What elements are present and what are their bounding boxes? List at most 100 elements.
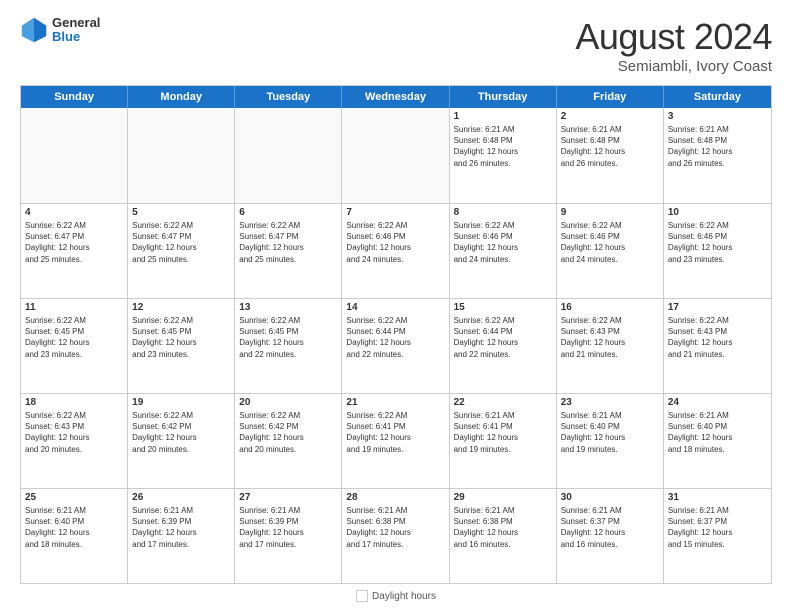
day-info: Sunrise: 6:21 AMSunset: 6:40 PMDaylight:… [25, 505, 123, 550]
day-info: Sunrise: 6:21 AMSunset: 6:39 PMDaylight:… [239, 505, 337, 550]
day-info: Sunrise: 6:21 AMSunset: 6:38 PMDaylight:… [454, 505, 552, 550]
day-number: 31 [668, 492, 767, 503]
day-info: Sunrise: 6:22 AMSunset: 6:45 PMDaylight:… [239, 315, 337, 360]
logo-general: General [52, 16, 100, 30]
day-info: Sunrise: 6:21 AMSunset: 6:40 PMDaylight:… [668, 410, 767, 455]
calendar-cell [235, 108, 342, 203]
calendar-cell: 10 Sunrise: 6:22 AMSunset: 6:46 PMDayligh… [664, 204, 771, 298]
calendar-week: 1 Sunrise: 6:21 AMSunset: 6:48 PMDaylight… [21, 108, 771, 203]
calendar-cell [21, 108, 128, 203]
day-number: 6 [239, 207, 337, 218]
day-info: Sunrise: 6:22 AMSunset: 6:46 PMDaylight:… [561, 220, 659, 265]
day-number: 8 [454, 207, 552, 218]
day-number: 1 [454, 111, 552, 122]
calendar-day-header: Friday [557, 86, 664, 108]
calendar-cell: 8 Sunrise: 6:22 AMSunset: 6:46 PMDaylight… [450, 204, 557, 298]
calendar-cell [128, 108, 235, 203]
page-title: August 2024 [575, 16, 772, 58]
calendar-week: 11 Sunrise: 6:22 AMSunset: 6:45 PMDayligh… [21, 298, 771, 393]
calendar-cell: 6Sunrise: 6:22 AMSunset: 6:47 PMDaylight… [235, 204, 342, 298]
day-number: 25 [25, 492, 123, 503]
day-number: 18 [25, 397, 123, 408]
calendar-cell: 12Sunrise: 6:22 AMSunset: 6:45 PMDayligh… [128, 299, 235, 393]
calendar-cell: 23Sunrise: 6:21 AMSunset: 6:40 PMDayligh… [557, 394, 664, 488]
day-info: Sunrise: 6:21 AMSunset: 6:39 PMDaylight:… [132, 505, 230, 550]
day-info: Sunrise: 6:21 AMSunset: 6:37 PMDaylight:… [668, 505, 767, 550]
calendar-cell: 18 Sunrise: 6:22 AMSunset: 6:43 PMDayligh… [21, 394, 128, 488]
day-info: Sunrise: 6:21 AMSunset: 6:38 PMDaylight:… [346, 505, 444, 550]
calendar-cell: 31 Sunrise: 6:21 AMSunset: 6:37 PMDayligh… [664, 489, 771, 583]
logo-blue: Blue [52, 30, 100, 44]
day-number: 19 [132, 397, 230, 408]
day-number: 26 [132, 492, 230, 503]
calendar-cell: 1 Sunrise: 6:21 AMSunset: 6:48 PMDaylight… [450, 108, 557, 203]
day-number: 16 [561, 302, 659, 313]
day-info: Sunrise: 6:22 AMSunset: 6:45 PMDaylight:… [25, 315, 123, 360]
day-info: Sunrise: 6:21 AMSunset: 6:48 PMDaylight:… [561, 124, 659, 169]
calendar-cell [342, 108, 449, 203]
day-info: Sunrise: 6:21 AMSunset: 6:40 PMDaylight:… [561, 410, 659, 455]
day-number: 29 [454, 492, 552, 503]
title-block: August 2024 Semiambli, Ivory Coast [575, 16, 772, 75]
day-number: 11 [25, 302, 123, 313]
calendar-cell: 25 Sunrise: 6:21 AMSunset: 6:40 PMDayligh… [21, 489, 128, 583]
legend-box [356, 590, 368, 602]
calendar: SundayMondayTuesdayWednesdayThursdayFrid… [20, 85, 772, 584]
calendar-cell: 22 Sunrise: 6:21 AMSunset: 6:41 PMDayligh… [450, 394, 557, 488]
day-info: Sunrise: 6:22 AMSunset: 6:42 PMDaylight:… [239, 410, 337, 455]
day-info: Sunrise: 6:21 AMSunset: 6:37 PMDaylight:… [561, 505, 659, 550]
page: General Blue August 2024 Semiambli, Ivor… [0, 0, 792, 612]
day-info: Sunrise: 6:22 AMSunset: 6:46 PMDaylight:… [454, 220, 552, 265]
calendar-cell: 28Sunrise: 6:21 AMSunset: 6:38 PMDayligh… [342, 489, 449, 583]
day-info: Sunrise: 6:22 AMSunset: 6:47 PMDaylight:… [25, 220, 123, 265]
day-info: Sunrise: 6:21 AMSunset: 6:48 PMDaylight:… [454, 124, 552, 169]
day-info: Sunrise: 6:22 AMSunset: 6:46 PMDaylight:… [668, 220, 767, 265]
day-info: Sunrise: 6:22 AMSunset: 6:42 PMDaylight:… [132, 410, 230, 455]
calendar-cell: 19 Sunrise: 6:22 AMSunset: 6:42 PMDayligh… [128, 394, 235, 488]
day-info: Sunrise: 6:22 AMSunset: 6:45 PMDaylight:… [132, 315, 230, 360]
calendar-cell: 20Sunrise: 6:22 AMSunset: 6:42 PMDayligh… [235, 394, 342, 488]
calendar-cell: 13 Sunrise: 6:22 AMSunset: 6:45 PMDayligh… [235, 299, 342, 393]
day-info: Sunrise: 6:21 AMSunset: 6:41 PMDaylight:… [454, 410, 552, 455]
calendar-cell: 14 Sunrise: 6:22 AMSunset: 6:44 PMDayligh… [342, 299, 449, 393]
calendar-week: 25 Sunrise: 6:21 AMSunset: 6:40 PMDayligh… [21, 488, 771, 583]
legend-label: Daylight hours [372, 591, 436, 602]
calendar-cell: 21Sunrise: 6:22 AMSunset: 6:41 PMDayligh… [342, 394, 449, 488]
footer: Daylight hours [20, 590, 772, 602]
day-info: Sunrise: 6:22 AMSunset: 6:44 PMDaylight:… [454, 315, 552, 360]
calendar-cell: 29 Sunrise: 6:21 AMSunset: 6:38 PMDayligh… [450, 489, 557, 583]
calendar-cell: 9Sunrise: 6:22 AMSunset: 6:46 PMDaylight… [557, 204, 664, 298]
calendar-cell: 3Sunrise: 6:21 AMSunset: 6:48 PMDaylight… [664, 108, 771, 203]
calendar-day-header: Tuesday [235, 86, 342, 108]
logo: General Blue [20, 16, 100, 45]
day-number: 4 [25, 207, 123, 218]
logo-text: General Blue [52, 16, 100, 45]
day-info: Sunrise: 6:22 AMSunset: 6:43 PMDaylight:… [561, 315, 659, 360]
calendar-cell: 30 Sunrise: 6:21 AMSunset: 6:37 PMDayligh… [557, 489, 664, 583]
calendar-day-header: Saturday [664, 86, 771, 108]
calendar-cell: 2 Sunrise: 6:21 AMSunset: 6:48 PMDaylight… [557, 108, 664, 203]
calendar-cell: 17Sunrise: 6:22 AMSunset: 6:43 PMDayligh… [664, 299, 771, 393]
calendar-cell: 26 Sunrise: 6:21 AMSunset: 6:39 PMDayligh… [128, 489, 235, 583]
calendar-week: 18 Sunrise: 6:22 AMSunset: 6:43 PMDayligh… [21, 393, 771, 488]
day-number: 30 [561, 492, 659, 503]
day-number: 3 [668, 111, 767, 122]
calendar-cell: 16 Sunrise: 6:22 AMSunset: 6:43 PMDayligh… [557, 299, 664, 393]
calendar-day-header: Monday [128, 86, 235, 108]
day-number: 10 [668, 207, 767, 218]
legend-item: Daylight hours [356, 590, 436, 602]
day-number: 14 [346, 302, 444, 313]
day-info: Sunrise: 6:22 AMSunset: 6:44 PMDaylight:… [346, 315, 444, 360]
calendar-day-header: Thursday [450, 86, 557, 108]
day-number: 15 [454, 302, 552, 313]
day-number: 13 [239, 302, 337, 313]
day-info: Sunrise: 6:22 AMSunset: 6:41 PMDaylight:… [346, 410, 444, 455]
calendar-day-header: Sunday [21, 86, 128, 108]
calendar-body: 1 Sunrise: 6:21 AMSunset: 6:48 PMDaylight… [21, 108, 771, 583]
day-number: 22 [454, 397, 552, 408]
calendar-week: 4 Sunrise: 6:22 AMSunset: 6:47 PMDaylight… [21, 203, 771, 298]
day-number: 2 [561, 111, 659, 122]
day-info: Sunrise: 6:22 AMSunset: 6:43 PMDaylight:… [25, 410, 123, 455]
calendar-cell: 5Sunrise: 6:22 AMSunset: 6:47 PMDaylight… [128, 204, 235, 298]
calendar-cell: 4 Sunrise: 6:22 AMSunset: 6:47 PMDaylight… [21, 204, 128, 298]
